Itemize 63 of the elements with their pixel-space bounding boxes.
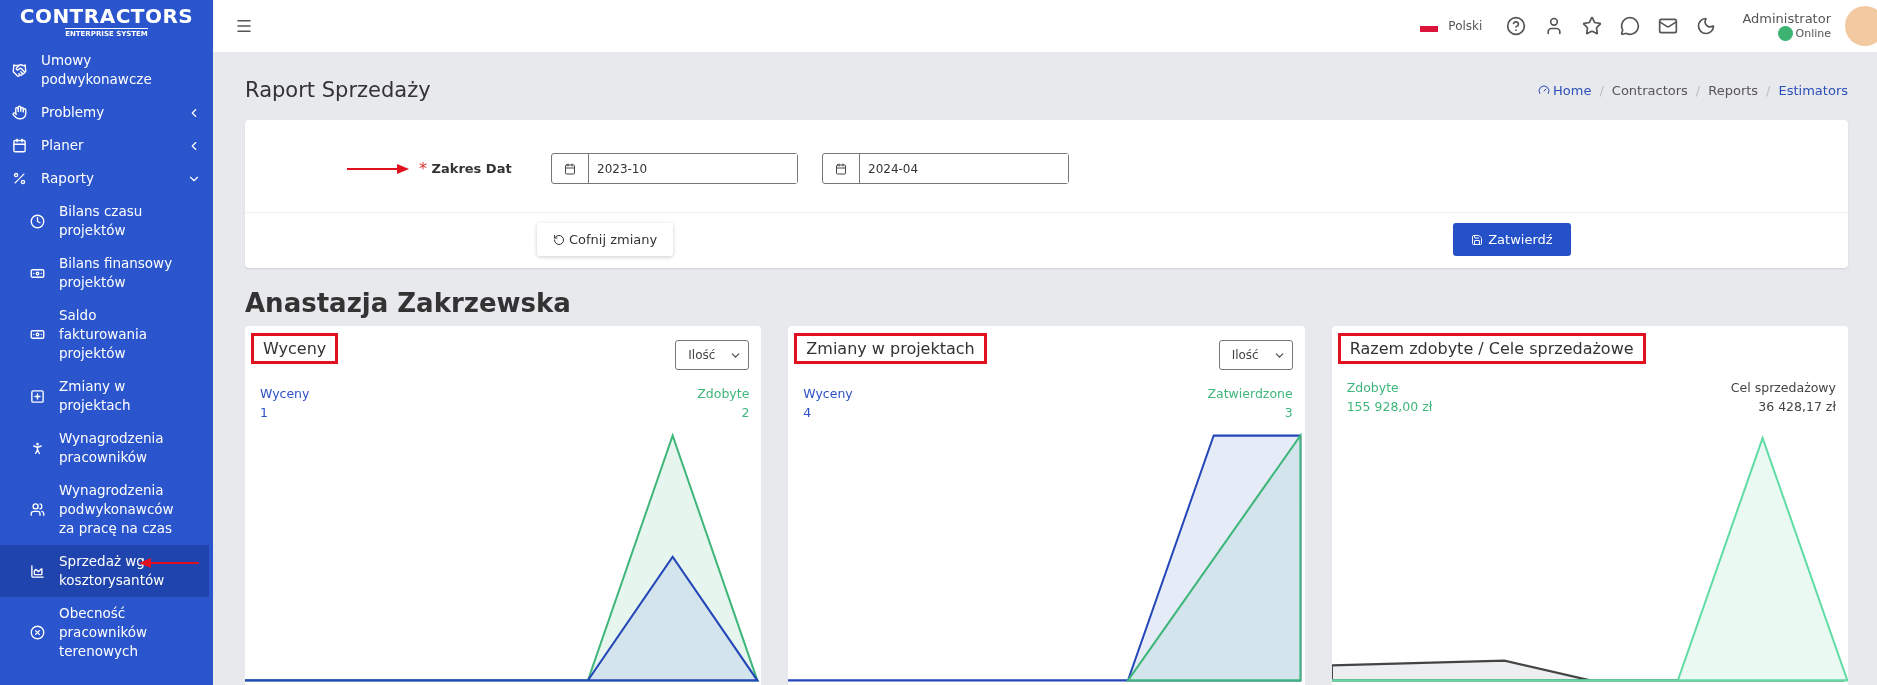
- clock-icon: [30, 213, 45, 229]
- language-label[interactable]: Polski: [1448, 19, 1483, 33]
- online-status-dot: [1777, 26, 1793, 41]
- sidebar-item[interactable]: Wynagrodzenia podwykonawców za pracę na czas: [0, 474, 213, 545]
- card-title: Razem zdobyte / Cele sprzedażowe: [1337, 333, 1646, 364]
- sidebar-item[interactable]: Planer: [0, 129, 213, 162]
- required-mark: *: [419, 159, 427, 178]
- date-field[interactable]: 2024-04: [822, 153, 1069, 184]
- legend-value: 3: [1284, 404, 1293, 422]
- x-circle-icon: [30, 625, 45, 640]
- users-icon: [30, 502, 45, 517]
- undo-icon: [553, 233, 565, 246]
- person-heading: Anastazja Zakrzewska: [245, 288, 572, 318]
- card-title: Zmiany w projektach: [794, 333, 987, 364]
- legend-value: 4: [803, 404, 812, 422]
- banknote-icon: [30, 327, 45, 342]
- card-title: Wyceny: [251, 333, 339, 364]
- calendar-icon: [12, 138, 27, 153]
- gauge-icon: [1538, 84, 1551, 96]
- user-name: Administrator: [1742, 11, 1831, 26]
- dropdown[interactable]: Ilość: [675, 340, 750, 370]
- plus-square-icon: [30, 388, 45, 404]
- breadcrumb-link[interactable]: Estimators: [1778, 82, 1848, 98]
- legend-label: Zdobyte: [1346, 379, 1399, 397]
- legend-value: 2: [741, 404, 750, 422]
- sidebar-item[interactable]: Problemy: [0, 96, 213, 129]
- submit-button[interactable]: Zatwierdź: [1453, 223, 1571, 256]
- sidebar-item[interactable]: Raporty: [0, 162, 213, 195]
- save-icon: [1471, 233, 1484, 246]
- sidebar-item[interactable]: Bilans finansowy projektów: [0, 247, 213, 299]
- breadcrumb-link[interactable]: Home: [1538, 82, 1592, 98]
- date-field[interactable]: 2023-10: [551, 153, 798, 184]
- dropdown[interactable]: Ilość: [1218, 340, 1293, 370]
- sidebar-item[interactable]: Umowy podwykonawcze: [0, 44, 213, 96]
- sidebar-item[interactable]: Saldo fakturowania projektów: [0, 299, 213, 370]
- sidebar-item[interactable]: Bilans czasu projektów: [0, 195, 213, 247]
- sidebar-item[interactable]: Zmiany w projektach: [0, 370, 213, 422]
- sidebar-item[interactable]: Wynagrodzenia pracowników: [0, 422, 213, 474]
- percent-icon: [12, 171, 27, 186]
- legend-value: 1: [260, 404, 268, 422]
- legend-label: Zdobyte: [697, 385, 750, 403]
- reset-button[interactable]: Cofnij zmiany: [537, 223, 674, 256]
- person-icon: [30, 440, 45, 456]
- legend-value: 155 928,00 zł: [1346, 398, 1433, 416]
- handshake-icon: [12, 62, 27, 78]
- legend-value: 36 428,17 zł: [1758, 398, 1836, 416]
- hand-icon: [12, 105, 27, 120]
- date-range-label: Zakres Dat: [430, 161, 513, 176]
- calendar-icon: [835, 162, 847, 175]
- breadcrumb-link[interactable]: Reports: [1708, 82, 1759, 98]
- sidebar-item[interactable]: Obecność pracowników terenowych: [0, 597, 213, 668]
- legend-label: Zatwierdzone: [1207, 385, 1293, 403]
- breadcrumb-separator: /: [1695, 82, 1701, 98]
- area-chart-icon: [30, 563, 45, 579]
- calendar-icon: [564, 162, 576, 175]
- legend-label: Cel sprzedażowy: [1730, 379, 1836, 397]
- breadcrumb-link[interactable]: Contractors: [1611, 82, 1688, 98]
- legend-label: Wyceny: [260, 385, 310, 403]
- breadcrumb-separator: /: [1599, 82, 1604, 98]
- legend-label: Wyceny: [803, 385, 853, 403]
- page-title: Raport Sprzedaży: [245, 78, 431, 102]
- breadcrumb-separator: /: [1766, 82, 1771, 98]
- user-status: Online: [1795, 27, 1831, 40]
